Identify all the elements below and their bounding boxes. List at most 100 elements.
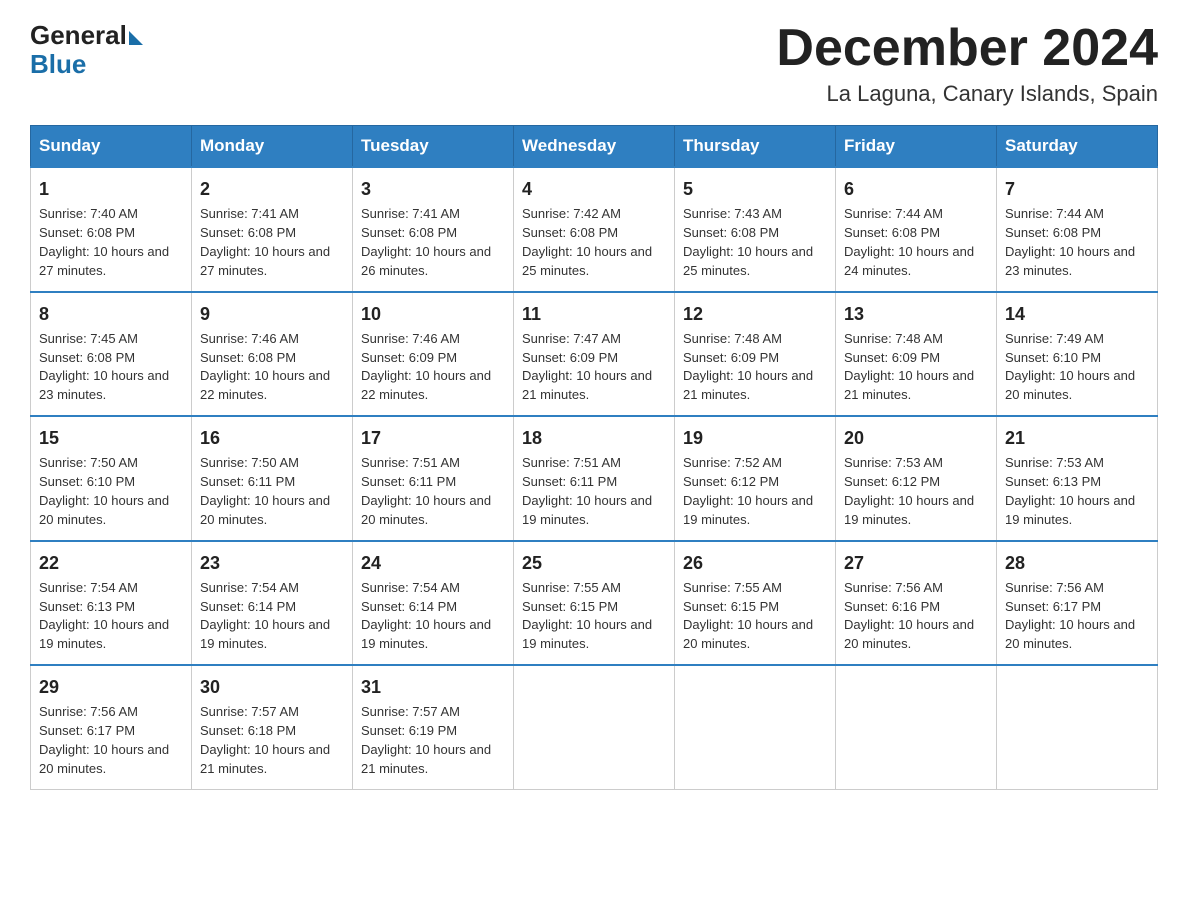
- day-sunset: Sunset: 6:09 PM: [683, 350, 779, 365]
- day-number: 6: [844, 176, 988, 202]
- calendar-cell: [675, 665, 836, 789]
- calendar-cell: [836, 665, 997, 789]
- day-sunset: Sunset: 6:12 PM: [683, 474, 779, 489]
- day-sunset: Sunset: 6:08 PM: [522, 225, 618, 240]
- day-number: 28: [1005, 550, 1149, 576]
- day-sunrise: Sunrise: 7:48 AM: [683, 331, 782, 346]
- location-title: La Laguna, Canary Islands, Spain: [776, 81, 1158, 107]
- day-sunrise: Sunrise: 7:41 AM: [361, 206, 460, 221]
- calendar-cell: 31Sunrise: 7:57 AMSunset: 6:19 PMDayligh…: [353, 665, 514, 789]
- day-sunrise: Sunrise: 7:49 AM: [1005, 331, 1104, 346]
- week-row-4: 22Sunrise: 7:54 AMSunset: 6:13 PMDayligh…: [31, 541, 1158, 665]
- day-daylight: Daylight: 10 hours and 21 minutes.: [683, 368, 813, 402]
- day-number: 11: [522, 301, 666, 327]
- day-number: 18: [522, 425, 666, 451]
- calendar-cell: 16 Sunrise: 7:50 AM Sunset: 6:11 PM Dayligh…: [192, 416, 353, 540]
- day-number: 17: [361, 425, 505, 451]
- day-sunrise: Sunrise: 7:50 AM: [200, 455, 299, 470]
- month-title: December 2024: [776, 20, 1158, 77]
- calendar-cell: 11 Sunrise: 7:47 AM Sunset: 6:09 PM Dayligh…: [514, 292, 675, 416]
- day-sunset: Sunset: 6:11 PM: [361, 474, 456, 489]
- day-sunrise: Sunrise: 7:56 AM: [1005, 580, 1104, 595]
- day-sunset: Sunset: 6:13 PM: [1005, 474, 1101, 489]
- day-sunset: Sunset: 6:17 PM: [1005, 599, 1101, 614]
- day-daylight: Daylight: 10 hours and 20 minutes.: [683, 617, 813, 651]
- day-sunset: Sunset: 6:15 PM: [683, 599, 779, 614]
- day-sunrise: Sunrise: 7:46 AM: [200, 331, 299, 346]
- weekday-header-sunday: Sunday: [31, 126, 192, 168]
- day-sunset: Sunset: 6:14 PM: [200, 599, 296, 614]
- calendar-cell: 1Sunrise: 7:40 AMSunset: 6:08 PMDaylight…: [31, 167, 192, 291]
- day-number: 30: [200, 674, 344, 700]
- day-sunset: Sunset: 6:16 PM: [844, 599, 940, 614]
- day-number: 13: [844, 301, 988, 327]
- day-sunrise: Sunrise: 7:42 AM: [522, 206, 621, 221]
- day-daylight: Daylight: 10 hours and 22 minutes.: [200, 368, 330, 402]
- logo-arrow-icon: [129, 31, 143, 45]
- weekday-header-monday: Monday: [192, 126, 353, 168]
- calendar-cell: 6Sunrise: 7:44 AMSunset: 6:08 PMDaylight…: [836, 167, 997, 291]
- day-sunrise: Sunrise: 7:45 AM: [39, 331, 138, 346]
- calendar-cell: 10Sunrise: 7:46 AMSunset: 6:09 PMDayligh…: [353, 292, 514, 416]
- day-number: 23: [200, 550, 344, 576]
- day-number: 9: [200, 301, 344, 327]
- day-daylight: Daylight: 10 hours and 19 minutes.: [1005, 493, 1135, 527]
- day-sunset: Sunset: 6:08 PM: [39, 350, 135, 365]
- day-number: 20: [844, 425, 988, 451]
- day-number: 14: [1005, 301, 1149, 327]
- calendar-cell: 25Sunrise: 7:55 AMSunset: 6:15 PMDayligh…: [514, 541, 675, 665]
- calendar-cell: 20Sunrise: 7:53 AMSunset: 6:12 PMDayligh…: [836, 416, 997, 540]
- day-sunrise: Sunrise: 7:51 AM: [361, 455, 460, 470]
- day-number: 3: [361, 176, 505, 202]
- day-number: 26: [683, 550, 827, 576]
- weekday-header-friday: Friday: [836, 126, 997, 168]
- day-sunrise: Sunrise: 7:54 AM: [200, 580, 299, 595]
- day-sunrise: Sunrise: 7:47 AM: [522, 331, 621, 346]
- day-number: 22: [39, 550, 183, 576]
- day-sunrise: Sunrise: 7:48 AM: [844, 331, 943, 346]
- logo-blue-text: Blue: [30, 49, 86, 80]
- day-number: 25: [522, 550, 666, 576]
- day-daylight: Daylight: 10 hours and 20 minutes.: [1005, 368, 1135, 402]
- calendar-cell: 23Sunrise: 7:54 AMSunset: 6:14 PMDayligh…: [192, 541, 353, 665]
- day-sunset: Sunset: 6:08 PM: [844, 225, 940, 240]
- day-number: 7: [1005, 176, 1149, 202]
- day-sunset: Sunset: 6:08 PM: [361, 225, 457, 240]
- week-row-3: 15 Sunrise: 7:50 AM Sunset: 6:10 PM Dayligh…: [31, 416, 1158, 540]
- week-row-2: 8Sunrise: 7:45 AMSunset: 6:08 PMDaylight…: [31, 292, 1158, 416]
- day-daylight: Daylight: 10 hours and 21 minutes.: [522, 368, 652, 402]
- day-sunrise: Sunrise: 7:46 AM: [361, 331, 460, 346]
- day-sunset: Sunset: 6:10 PM: [39, 474, 135, 489]
- calendar-cell: 24Sunrise: 7:54 AMSunset: 6:14 PMDayligh…: [353, 541, 514, 665]
- day-daylight: Daylight: 10 hours and 20 minutes.: [200, 493, 330, 527]
- weekday-header-wednesday: Wednesday: [514, 126, 675, 168]
- day-daylight: Daylight: 10 hours and 20 minutes.: [844, 617, 974, 651]
- calendar-cell: [997, 665, 1158, 789]
- day-daylight: Daylight: 10 hours and 20 minutes.: [39, 742, 169, 776]
- day-daylight: Daylight: 10 hours and 26 minutes.: [361, 244, 491, 278]
- day-sunset: Sunset: 6:11 PM: [200, 474, 295, 489]
- calendar-cell: 9Sunrise: 7:46 AMSunset: 6:08 PMDaylight…: [192, 292, 353, 416]
- day-sunrise: Sunrise: 7:56 AM: [39, 704, 138, 719]
- calendar-cell: 29Sunrise: 7:56 AMSunset: 6:17 PMDayligh…: [31, 665, 192, 789]
- day-sunrise: Sunrise: 7:54 AM: [361, 580, 460, 595]
- day-number: 27: [844, 550, 988, 576]
- day-number: 5: [683, 176, 827, 202]
- day-daylight: Daylight: 10 hours and 20 minutes.: [39, 493, 169, 527]
- day-sunrise: Sunrise: 7:53 AM: [844, 455, 943, 470]
- day-sunset: Sunset: 6:17 PM: [39, 723, 135, 738]
- week-row-5: 29Sunrise: 7:56 AMSunset: 6:17 PMDayligh…: [31, 665, 1158, 789]
- day-sunset: Sunset: 6:09 PM: [522, 350, 618, 365]
- day-number: 12: [683, 301, 827, 327]
- day-number: 15: [39, 425, 183, 451]
- calendar-cell: 27Sunrise: 7:56 AMSunset: 6:16 PMDayligh…: [836, 541, 997, 665]
- day-sunrise: Sunrise: 7:57 AM: [361, 704, 460, 719]
- day-number: 16: [200, 425, 344, 451]
- day-sunset: Sunset: 6:08 PM: [39, 225, 135, 240]
- day-number: 10: [361, 301, 505, 327]
- day-number: 2: [200, 176, 344, 202]
- calendar-cell: 21Sunrise: 7:53 AMSunset: 6:13 PMDayligh…: [997, 416, 1158, 540]
- day-daylight: Daylight: 10 hours and 19 minutes.: [39, 617, 169, 651]
- day-sunset: Sunset: 6:08 PM: [1005, 225, 1101, 240]
- day-daylight: Daylight: 10 hours and 21 minutes.: [361, 742, 491, 776]
